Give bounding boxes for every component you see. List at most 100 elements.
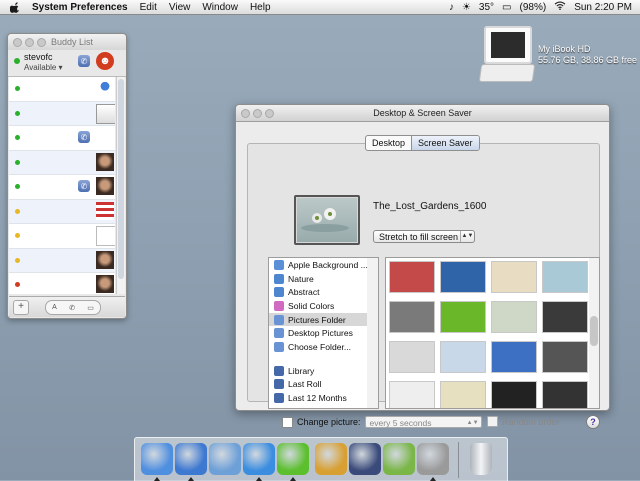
- picture-thumbnail[interactable]: [389, 301, 435, 333]
- source-list-scrollbar[interactable]: [367, 257, 379, 409]
- tab-screen-saver[interactable]: Screen Saver: [411, 136, 479, 150]
- buddy-avatar: [96, 226, 115, 246]
- buddy-avatar: [96, 177, 114, 195]
- menu-help[interactable]: Help: [250, 2, 271, 13]
- close-button[interactable]: [13, 37, 22, 47]
- picture-thumbnail[interactable]: [542, 261, 588, 293]
- buddy-avatar: [96, 250, 114, 269]
- phone-icon[interactable]: ✆: [78, 131, 90, 143]
- change-picture-label: Change picture:: [297, 417, 361, 427]
- source-list-item[interactable]: Last 12 Months: [269, 391, 367, 405]
- safari-icon[interactable]: [175, 443, 207, 481]
- running-indicator-icon: [154, 477, 160, 481]
- buddy-status-icon: [15, 159, 20, 165]
- mail-icon[interactable]: [209, 443, 241, 475]
- picture-thumbnail[interactable]: [542, 341, 588, 373]
- system-preferences-icon[interactable]: [417, 443, 449, 481]
- source-list-item[interactable]: Choose Folder...: [269, 340, 367, 354]
- picture-thumbnail[interactable]: [542, 301, 588, 333]
- source-label: Nature: [288, 273, 314, 284]
- wifi-icon[interactable]: [554, 1, 566, 13]
- tab-desktop[interactable]: Desktop: [366, 136, 411, 150]
- folder-icon: [274, 314, 284, 325]
- buddy-list-titlebar[interactable]: Buddy List: [8, 34, 126, 50]
- quill-icon[interactable]: [349, 443, 381, 475]
- status-selector[interactable]: Available ▾: [24, 63, 63, 72]
- buddy-row[interactable]: ✆: [9, 126, 115, 151]
- picture-thumbnail[interactable]: [440, 301, 486, 333]
- picture-thumbnail[interactable]: [542, 381, 588, 408]
- help-button[interactable]: ?: [586, 415, 600, 429]
- source-list-item[interactable]: Library: [269, 364, 367, 378]
- buddy-status-icon: [15, 233, 20, 238]
- menu-edit[interactable]: Edit: [140, 2, 157, 13]
- fit-option-dropdown[interactable]: Stretch to fill screen ▲▼: [373, 230, 475, 243]
- picture-thumbnail[interactable]: [491, 301, 537, 333]
- interval-dropdown[interactable]: every 5 seconds ▲▼: [364, 416, 482, 428]
- picture-thumbnail[interactable]: [491, 261, 537, 293]
- window-title: Desktop & Screen Saver: [373, 108, 472, 118]
- available-status-icon: [14, 58, 20, 64]
- buddy-row[interactable]: [9, 273, 115, 294]
- devil-avatar-icon[interactable]: ☻: [96, 52, 114, 70]
- buddy-list-scrollbar[interactable]: [116, 77, 125, 294]
- picture-thumbnail[interactable]: [389, 261, 435, 293]
- battery-percentage[interactable]: (98%): [520, 2, 547, 13]
- picture-thumbnail[interactable]: [491, 341, 537, 373]
- picture-thumbnail[interactable]: [440, 381, 486, 408]
- picture-name: The_Lost_Gardens_1600: [373, 201, 487, 212]
- buddy-row[interactable]: [9, 248, 115, 273]
- pen-icon[interactable]: [315, 443, 347, 475]
- menu-clock[interactable]: Sun 2:20 PM: [574, 2, 632, 13]
- source-list-item[interactable]: Solid Colors: [269, 299, 367, 313]
- buddy-row[interactable]: ✆: [9, 175, 115, 200]
- buddy-row[interactable]: [9, 224, 115, 249]
- window-titlebar[interactable]: Desktop & Screen Saver: [236, 105, 609, 122]
- buddy-row[interactable]: [9, 101, 115, 126]
- video-action-icon[interactable]: ▭: [87, 304, 94, 312]
- source-list-item[interactable]: Nature: [269, 272, 367, 286]
- buddy-list-window: Buddy List stevofc Available ▾ ✆ ☻ ✆ ✆ ✆ +…: [7, 33, 127, 319]
- random-order-checkbox[interactable]: [487, 416, 498, 427]
- add-buddy-button[interactable]: +: [13, 300, 29, 315]
- running-indicator-icon: [290, 477, 296, 481]
- trash-icon[interactable]: [470, 443, 492, 475]
- drive-label: My iBook HD 55.76 GB, 38.86 GB free: [538, 44, 638, 66]
- menu-window[interactable]: Window: [202, 2, 238, 13]
- phone-icon[interactable]: ✆: [78, 180, 90, 192]
- picture-thumbnail[interactable]: [440, 341, 486, 373]
- itunes-icon[interactable]: [383, 443, 415, 475]
- call-action-icon[interactable]: ✆: [69, 304, 75, 312]
- source-list-item[interactable]: Desktop Pictures: [269, 326, 367, 340]
- battery-icon[interactable]: ▭: [502, 2, 511, 13]
- source-list-item[interactable]: Last Roll: [269, 378, 367, 392]
- adium-icon[interactable]: [277, 443, 309, 481]
- apple-menu-icon[interactable]: [8, 0, 22, 14]
- weather-icon[interactable]: ☀: [462, 2, 471, 13]
- finder-icon[interactable]: [141, 443, 173, 481]
- phone-icon[interactable]: ✆: [78, 55, 90, 67]
- buddy-row[interactable]: [9, 150, 115, 175]
- picture-grid-scrollbar[interactable]: [589, 257, 600, 409]
- picture-thumbnail[interactable]: [389, 341, 435, 373]
- picture-thumbnail[interactable]: [440, 261, 486, 293]
- folder-icon: [274, 393, 284, 404]
- zoom-button[interactable]: [37, 37, 46, 47]
- chat-action-icon[interactable]: A: [52, 304, 57, 311]
- source-list-item[interactable]: Apple Background ...: [269, 258, 367, 272]
- minimize-button[interactable]: [25, 37, 34, 47]
- buddy-row[interactable]: [9, 77, 115, 102]
- ichat-icon[interactable]: [243, 443, 275, 481]
- buddy-list: ✆✆✆: [9, 77, 115, 294]
- picture-thumbnail[interactable]: [389, 381, 435, 408]
- buddy-row[interactable]: [9, 199, 115, 224]
- picture-thumbnail[interactable]: [491, 381, 537, 408]
- source-list-item[interactable]: Pictures Folder: [269, 312, 367, 327]
- menu-view[interactable]: View: [169, 2, 191, 13]
- temperature-display[interactable]: 35°: [479, 2, 494, 13]
- music-note-icon[interactable]: ♪: [449, 2, 454, 13]
- hard-drive-icon[interactable]: [478, 24, 540, 84]
- app-menu[interactable]: System Preferences: [32, 2, 128, 13]
- source-list-item[interactable]: Abstract: [269, 285, 367, 299]
- change-picture-checkbox[interactable]: [282, 416, 293, 428]
